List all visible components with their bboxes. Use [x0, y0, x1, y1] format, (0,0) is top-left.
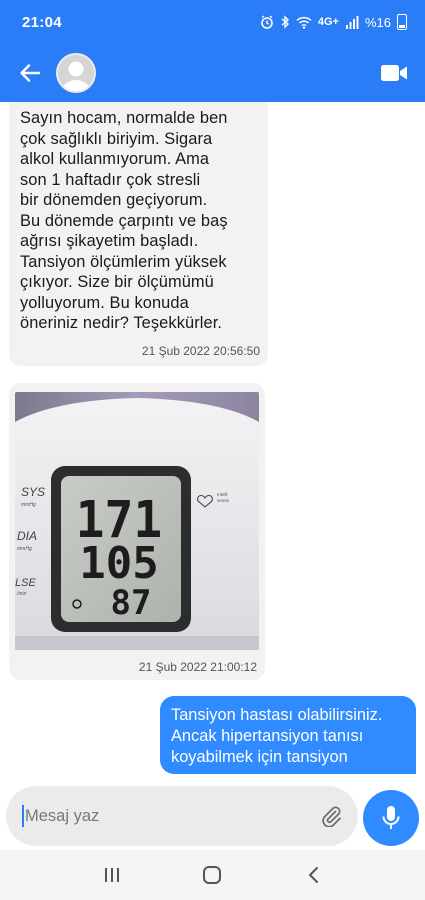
device-unit-dia: mmHg: [17, 546, 32, 552]
bluetooth-icon: [281, 15, 289, 29]
device-unit-sys: mmHg: [21, 502, 36, 508]
device-unit-pulse: /min: [16, 591, 27, 597]
device-label-dia: DIA: [17, 529, 37, 543]
app-bar: [0, 44, 425, 102]
voice-message-button[interactable]: [363, 790, 419, 846]
back-button[interactable]: [16, 59, 44, 87]
top-bar: 21:04 4G+ %16: [0, 0, 425, 102]
message-text: Tansiyon hastası olabilirsiniz. Ancak hi…: [171, 706, 383, 766]
device-label-sys: SYS: [21, 485, 45, 499]
system-nav-bar: [0, 850, 425, 900]
lcd-pulse-reading: 87: [111, 583, 152, 623]
paperclip-icon: [322, 806, 341, 827]
arrow-back-icon: [20, 64, 41, 82]
incoming-message[interactable]: Sayın hocam, normalde ben çok sağlıklı b…: [9, 102, 268, 366]
message-text: Sayın hocam, normalde ben çok sağlıklı b…: [20, 109, 228, 332]
default-avatar-icon: [58, 55, 94, 91]
incoming-image-message[interactable]: 171 105 87 SYS mmHg DIA mmHg LSE /min In…: [9, 383, 265, 680]
back-nav-button[interactable]: [293, 855, 333, 895]
recent-apps-icon: [105, 868, 120, 882]
contact-avatar[interactable]: [56, 53, 96, 93]
video-call-icon: [381, 65, 407, 81]
outgoing-message[interactable]: Tansiyon hastası olabilirsiniz. Ancak hi…: [160, 696, 416, 774]
device-label-pulse: LSE: [15, 577, 36, 589]
blood-pressure-photo[interactable]: 171 105 87 SYS mmHg DIA mmHg LSE /min In…: [15, 392, 259, 650]
chat-area[interactable]: Sayın hocam, normalde ben çok sağlıklı b…: [0, 102, 425, 774]
home-button[interactable]: [192, 855, 232, 895]
message-input-placeholder: Mesaj yaz: [25, 806, 100, 825]
status-icons: 4G+ %16: [260, 14, 407, 30]
message-timestamp: 21 Şub 2022 20:56:50: [141, 344, 260, 358]
blood-pressure-monitor-image: 171 105 87 SYS mmHg DIA mmHg LSE /min In…: [15, 392, 259, 650]
network-label: 4G+: [317, 16, 339, 28]
message-timestamp: 21 Şub 2022 21:00:12: [138, 660, 257, 674]
wifi-icon: [296, 16, 312, 29]
text-cursor: [22, 805, 24, 827]
device-brand-line2: sense: [217, 498, 230, 503]
alarm-icon: [261, 15, 273, 29]
lcd-dia-reading: 105: [79, 538, 158, 589]
recent-apps-button[interactable]: [92, 855, 132, 895]
home-icon: [203, 866, 222, 884]
microphone-icon: [382, 806, 400, 829]
status-bar: 21:04 4G+ %16: [0, 0, 425, 44]
attach-button[interactable]: [320, 805, 342, 827]
status-time: 21:04: [22, 13, 62, 31]
battery-percent: %16: [364, 14, 391, 30]
battery-icon: [397, 14, 407, 30]
device-brand-line1: Intelli: [217, 492, 228, 497]
message-input[interactable]: Mesaj yaz: [6, 786, 358, 846]
signal-icon: [345, 15, 359, 29]
video-call-button[interactable]: [379, 61, 409, 85]
composer-bar: Mesaj yaz: [0, 774, 425, 850]
back-nav-icon: [308, 867, 318, 883]
